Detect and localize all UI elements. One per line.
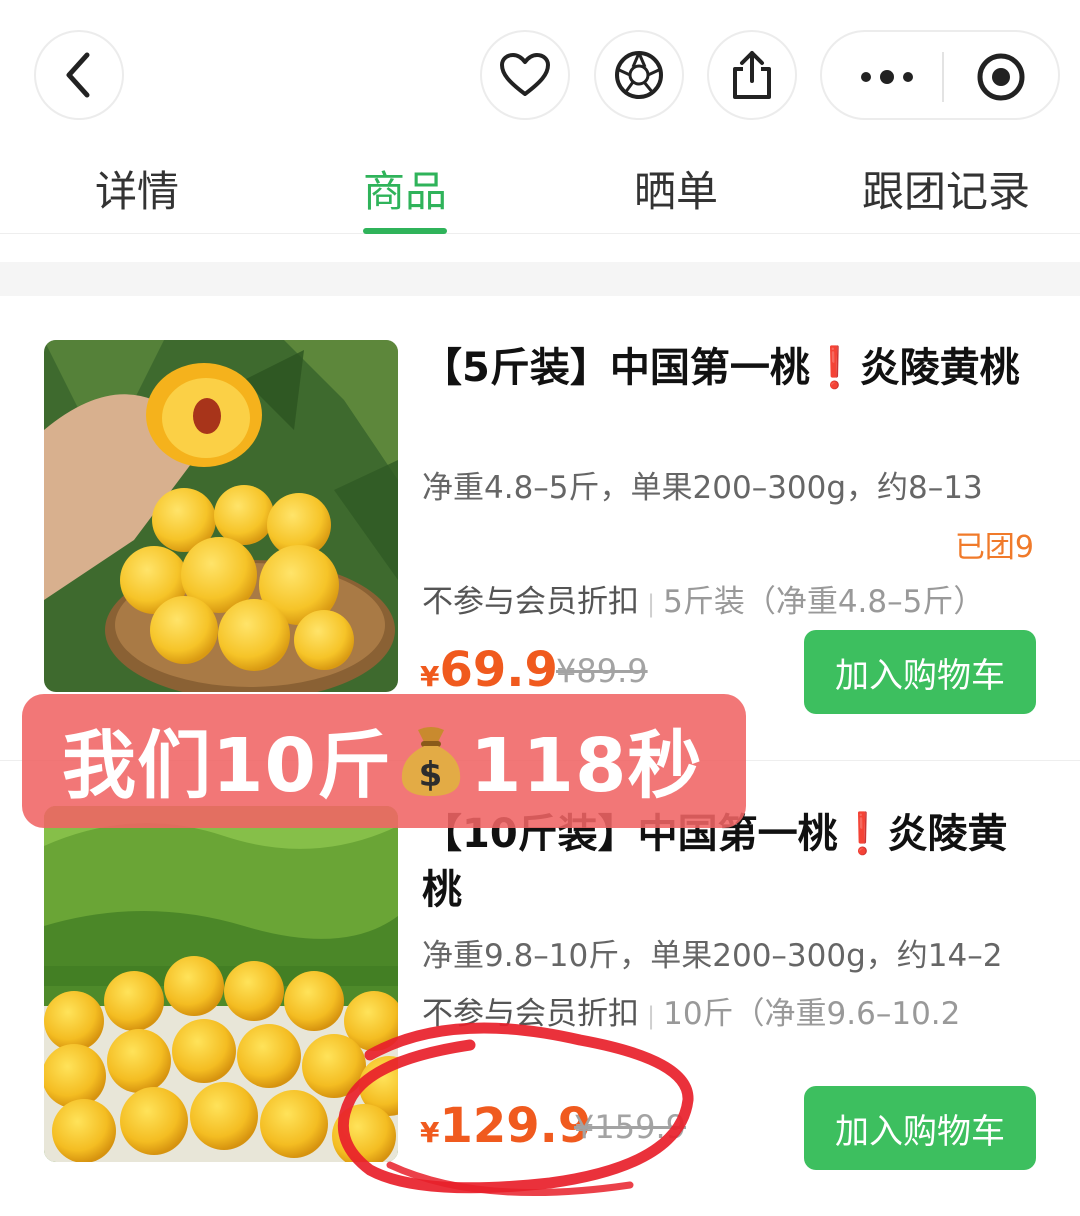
tag-separator: | bbox=[647, 1002, 656, 1030]
back-icon bbox=[66, 52, 90, 98]
add-to-cart-button[interactable]: 加入购物车 bbox=[804, 1086, 1036, 1170]
original-price: ¥89.9 bbox=[556, 652, 648, 690]
money-bag-icon: $ bbox=[396, 724, 466, 816]
currency-symbol: ¥ bbox=[420, 1116, 440, 1149]
tab-reviews[interactable]: 晒单 bbox=[634, 158, 718, 219]
top-bar bbox=[0, 0, 1080, 150]
currency-symbol: ¥ bbox=[420, 660, 440, 693]
section-gap bbox=[0, 262, 1080, 296]
product-title[interactable]: 【5斤装】中国第一桃❗炎陵黄桃 bbox=[422, 340, 1032, 396]
share-icon bbox=[733, 51, 771, 99]
package-spec: 5斤装（净重4.8–5斤） bbox=[663, 584, 985, 620]
mini-program-capsule bbox=[820, 30, 1060, 120]
camera-button[interactable] bbox=[594, 30, 684, 120]
product-spec: 净重4.8–5斤，单果200–300g，约8–13 bbox=[422, 470, 983, 506]
favorite-button[interactable] bbox=[480, 30, 570, 120]
tab-products[interactable]: 商品 bbox=[363, 158, 447, 219]
no-member-discount-tag: 不参与会员折扣 bbox=[422, 996, 639, 1032]
price-amount: 129.9 bbox=[439, 1098, 592, 1154]
share-button[interactable] bbox=[707, 30, 797, 120]
product-spec: 净重9.8–10斤，单果200–300g，约14–2 bbox=[422, 938, 1003, 974]
original-price: ¥159.9 bbox=[574, 1108, 686, 1146]
back-button[interactable] bbox=[34, 30, 124, 120]
tab-details[interactable]: 详情 bbox=[95, 158, 179, 219]
sale-price: ¥69.9 bbox=[420, 642, 558, 698]
package-spec: 10斤（净重9.6–10.2 bbox=[663, 996, 961, 1032]
product-image[interactable] bbox=[44, 340, 398, 692]
tab-bar: 详情 商品 晒单 跟团记录 bbox=[0, 150, 1080, 234]
price-amount: 69.9 bbox=[439, 642, 558, 698]
product-tags: 不参与会员折扣 | 10斤（净重9.6–10.2 bbox=[422, 988, 960, 1033]
more-button[interactable] bbox=[842, 32, 932, 122]
product-image[interactable] bbox=[44, 806, 398, 1162]
tag-separator: | bbox=[647, 590, 656, 618]
tab-group-records[interactable]: 跟团记录 bbox=[862, 158, 1030, 219]
sale-price: ¥129.9 bbox=[420, 1098, 591, 1154]
add-to-cart-button[interactable]: 加入购物车 bbox=[804, 630, 1036, 714]
product-tags: 不参与会员折扣 | 5斤装（净重4.8–5斤） bbox=[422, 576, 984, 621]
heart-icon bbox=[500, 53, 550, 96]
more-icon bbox=[861, 70, 913, 84]
active-tab-indicator bbox=[363, 228, 447, 234]
no-member-discount-tag: 不参与会员折扣 bbox=[422, 584, 639, 620]
exclamation-icon: ❗ bbox=[837, 811, 888, 857]
sold-count: 已团9 bbox=[954, 530, 1034, 565]
target-icon bbox=[977, 53, 1025, 101]
shutter-icon bbox=[615, 51, 663, 99]
overlay-banner: 我们10斤 $ 118秒 bbox=[22, 694, 746, 828]
close-program-button[interactable] bbox=[956, 32, 1046, 122]
overlay-text: 我们10斤 $ 118秒 bbox=[62, 706, 702, 816]
capsule-divider bbox=[942, 52, 944, 102]
exclamation-icon: ❗ bbox=[809, 345, 860, 391]
svg-text:$: $ bbox=[419, 755, 444, 795]
